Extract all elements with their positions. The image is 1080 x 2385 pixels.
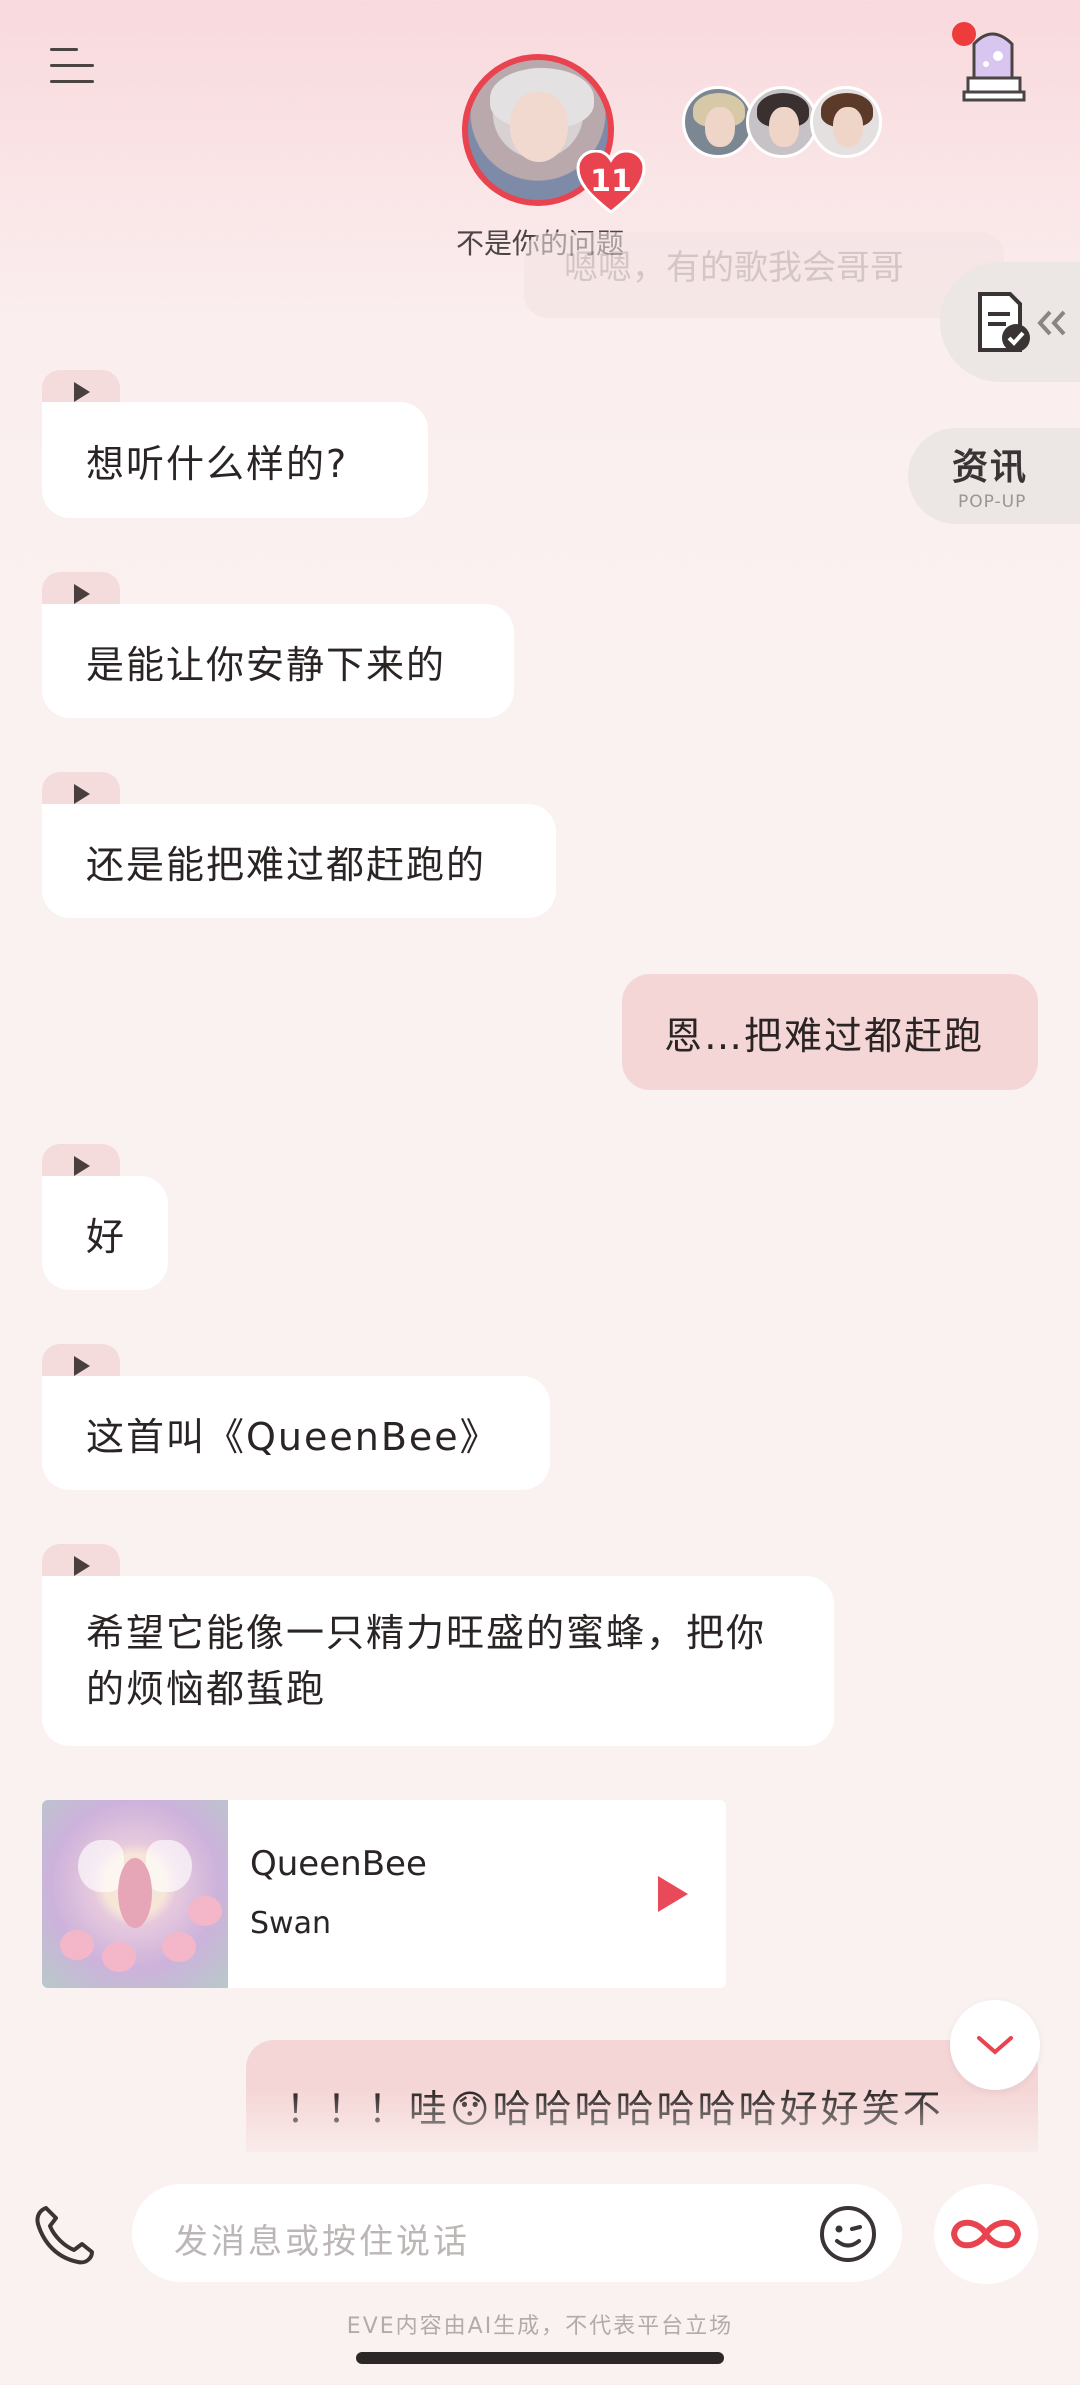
menu-line <box>50 64 94 67</box>
phone-call-button[interactable] <box>30 2200 100 2270</box>
message-bubble-in: 是能让你安静下来的 <box>42 604 514 718</box>
song-title: QueenBee <box>250 1844 427 1884</box>
message-input[interactable]: 发消息或按住说话 <box>132 2184 902 2282</box>
album-cover <box>42 1800 228 1988</box>
message-text: 恩…把难过都赶跑 <box>664 1013 985 1058</box>
message-text: 是能让你安静下来的 <box>86 642 447 687</box>
avatar-face <box>510 92 568 162</box>
message-bubble-in: 希望它能像一只精力旺盛的蜜蜂，把你的烦恼都蜇跑 <box>42 1576 834 1746</box>
document-check-icon <box>978 292 1066 352</box>
emoji-button[interactable] <box>818 2204 878 2264</box>
emoji-icon <box>820 2206 876 2262</box>
notification-dot <box>952 22 976 46</box>
message-bubble-in: 好 <box>42 1176 168 1290</box>
news-side-tab[interactable]: 资讯 POP-UP <box>908 428 1080 524</box>
music-card[interactable]: QueenBee Swan <box>42 1800 726 1988</box>
infinity-button[interactable] <box>934 2184 1038 2284</box>
menu-button[interactable] <box>50 42 106 92</box>
cover-decoration <box>162 1932 196 1962</box>
news-tab-sublabel: POP-UP <box>958 492 1027 512</box>
companion-avatar-1[interactable] <box>682 86 754 158</box>
menu-line <box>50 48 78 51</box>
input-placeholder: 发消息或按住说话 <box>174 2222 470 2262</box>
infinity-icon <box>950 2219 1022 2249</box>
message-text: 想听什么样的? <box>86 441 349 486</box>
summary-side-tab[interactable] <box>940 262 1080 382</box>
message-bubble-in: 想听什么样的? <box>42 402 428 518</box>
cover-decoration <box>60 1930 94 1960</box>
cover-decoration <box>78 1840 124 1892</box>
message-bubble-in: 这首叫《QueenBee》 <box>42 1376 550 1490</box>
message-text: 这首叫《QueenBee》 <box>86 1414 500 1459</box>
scroll-to-bottom-button[interactable] <box>950 2000 1040 2090</box>
scroll-fade <box>0 2090 1080 2170</box>
faded-message-bubble: 嗯嗯，有的歌我会哥哥 <box>524 232 1004 318</box>
home-indicator[interactable] <box>356 2352 724 2364</box>
avatar-face <box>769 107 799 147</box>
cover-decoration <box>102 1942 136 1972</box>
avatar-face <box>705 107 735 147</box>
message-text: 好 <box>86 1214 127 1259</box>
cover-decoration <box>188 1896 222 1926</box>
cover-decoration <box>146 1840 192 1892</box>
companion-avatar-3[interactable] <box>810 86 882 158</box>
companion-avatar-2[interactable] <box>746 86 818 158</box>
ai-disclaimer: EVE内容由AI生成，不代表平台立场 <box>346 2314 734 2339</box>
message-text: 希望它能像一只精力旺盛的蜜蜂，把你的烦恼都蜇跑 <box>86 1611 767 1711</box>
song-artist: Swan <box>250 1906 331 1941</box>
news-tab-label: 资讯 <box>952 447 1029 488</box>
heart-count: 11 <box>590 164 632 199</box>
chevron-down-icon <box>977 2036 1013 2055</box>
affection-heart-badge[interactable]: 11 <box>576 149 646 214</box>
cover-decoration <box>118 1858 152 1928</box>
message-bubble-out: 恩…把难过都赶跑 <box>622 974 1038 1090</box>
play-icon[interactable] <box>658 1876 688 1912</box>
message-text: 还是能把难过都赶跑的 <box>86 842 487 887</box>
phone-icon <box>35 2206 94 2265</box>
message-bubble-in: 还是能把难过都赶跑的 <box>42 804 556 918</box>
avatar-face <box>833 107 863 147</box>
faded-message-text: 嗯嗯，有的歌我会哥哥 <box>564 248 904 288</box>
menu-line <box>50 80 94 83</box>
